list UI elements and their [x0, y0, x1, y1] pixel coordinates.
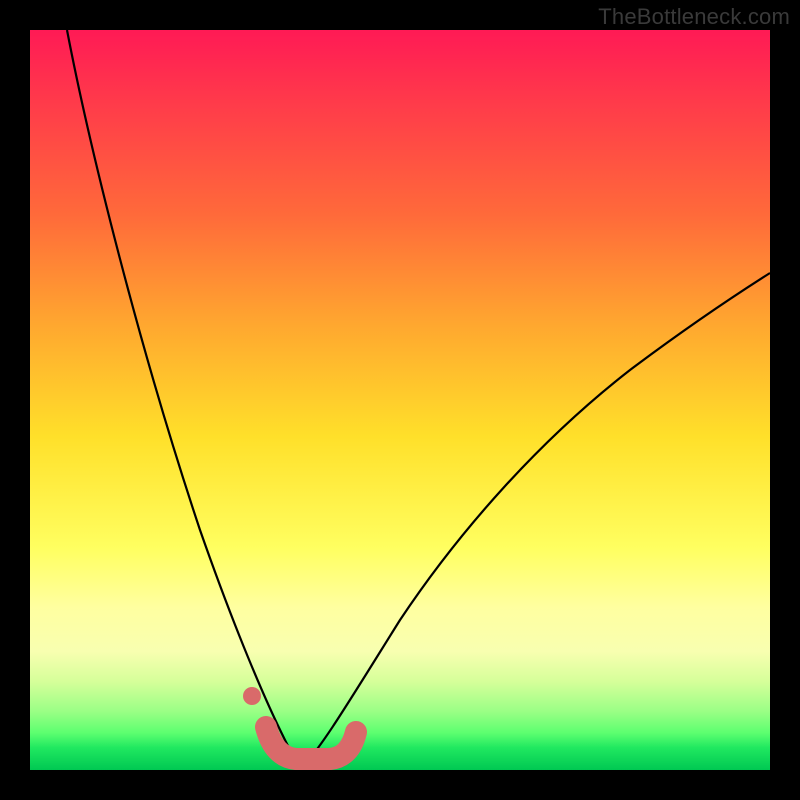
optimal-range-marker	[266, 727, 356, 759]
curve-right-branch	[302, 273, 770, 767]
curve-left-branch	[67, 30, 302, 767]
optimal-marker-dot	[243, 687, 261, 705]
chart-svg	[30, 30, 770, 770]
chart-frame: TheBottleneck.com	[0, 0, 800, 800]
plot-area	[30, 30, 770, 770]
watermark-text: TheBottleneck.com	[598, 4, 790, 30]
